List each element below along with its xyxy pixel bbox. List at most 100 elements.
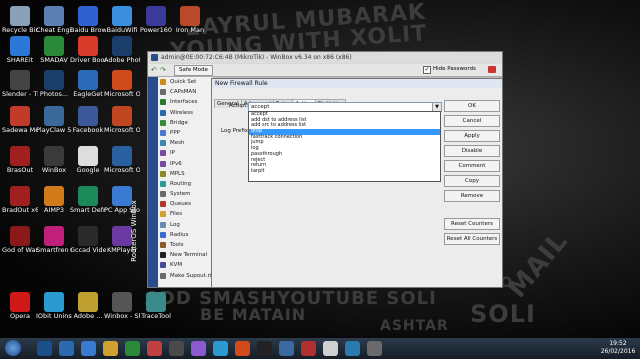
- desktop-icon-label: Adobe ...: [73, 312, 103, 320]
- desktop-icon-gccad-videos[interactable]: Gccad Videos...: [70, 226, 106, 254]
- desktop-icon-power160[interactable]: Power160: [138, 6, 174, 34]
- taskbar-app-icon[interactable]: [367, 341, 382, 356]
- dialog-button-column: OK Cancel Apply Disable Comment Copy Remove Res…: [444, 100, 500, 248]
- app-icon: [112, 36, 132, 56]
- taskbar-clock[interactable]: 19:52 26/02/2016: [598, 340, 638, 356]
- menu-item-icon: [160, 160, 166, 167]
- menu-item-mpls[interactable]: MPLS: [158, 169, 213, 179]
- taskbar-app-icon[interactable]: [345, 341, 360, 356]
- menu-item-make-supout-rif[interactable]: Make Supout.rif: [158, 271, 213, 281]
- desktop-icon-iron-man[interactable]: Iron Man: [172, 6, 208, 34]
- taskbar-app-icon[interactable]: [81, 341, 96, 356]
- desktop-icon-slender-the-ar[interactable]: Slender - The Ar...: [2, 70, 38, 98]
- taskbar-app-icon[interactable]: [279, 341, 294, 356]
- desktop-icon-microsoft-office[interactable]: Microsoft Office ...: [104, 146, 140, 174]
- taskbar-app-icon[interactable]: [191, 341, 206, 356]
- redo-icon[interactable]: ↷: [160, 66, 166, 74]
- menu-item-mesh[interactable]: Mesh: [158, 138, 213, 148]
- desktop-icon-bradout-x64[interactable]: BradOut x64: [2, 186, 38, 214]
- desktop-icon-baiduwifi[interactable]: BaiduWifi: [104, 6, 140, 34]
- desktop-icon-eagleget[interactable]: EagleGet: [70, 70, 106, 98]
- desktop-icon-label: Gccad Videos...: [70, 246, 106, 254]
- option-tarpit[interactable]: tarpit: [249, 168, 440, 175]
- desktop-icon-sadewa-mo[interactable]: Sadewa Mo: [2, 106, 38, 134]
- menu-item-queues[interactable]: Queues: [158, 199, 213, 209]
- menu-item-ppp[interactable]: PPP: [158, 128, 213, 138]
- desktop-icon-smart-defrag-4[interactable]: Smart Defrag 4: [70, 186, 106, 214]
- desktop-icon-smadav[interactable]: SMADAV: [36, 36, 72, 64]
- taskbar-app-icon[interactable]: [257, 341, 272, 356]
- desktop-icon-microsoft-office-p[interactable]: Microsoft Office P...: [104, 106, 140, 134]
- menu-item-routing[interactable]: Routing: [158, 179, 213, 189]
- menu-item-radius[interactable]: Radius: [158, 230, 213, 240]
- desktop-icon-smartfren-connec[interactable]: Smartfren Connec...: [36, 226, 72, 254]
- taskbar-app-icon[interactable]: [213, 341, 228, 356]
- ok-button[interactable]: OK: [444, 100, 500, 112]
- menu-item-kvm[interactable]: KVM: [158, 260, 213, 270]
- chevron-down-icon[interactable]: ▼: [432, 103, 441, 111]
- desktop-icon-photos[interactable]: Photos...: [36, 70, 72, 98]
- copy-button[interactable]: Copy: [444, 175, 500, 187]
- app-icon: [78, 106, 98, 126]
- desktop-icon-playclaw-5-plus[interactable]: PlayClaw 5 Plus: [36, 106, 72, 134]
- remove-button[interactable]: Remove: [444, 190, 500, 202]
- desktop-icon-label: Winbox - Shortcut: [104, 312, 140, 320]
- menu-item-interfaces[interactable]: Interfaces: [158, 97, 213, 107]
- taskbar-app-icon[interactable]: [125, 341, 140, 356]
- desktop-icon-microsoft-office[interactable]: Microsoft Office ...: [104, 70, 140, 98]
- menu-item-icon: [160, 262, 166, 269]
- disable-button[interactable]: Disable: [444, 145, 500, 157]
- cancel-button[interactable]: Cancel: [444, 115, 500, 127]
- menu-item-icon: [160, 201, 166, 208]
- menu-item-new-terminal[interactable]: New Terminal: [158, 250, 213, 260]
- desktop-icon-label: PlayClaw 5 Plus: [36, 126, 72, 134]
- hide-passwords-checkbox[interactable]: ✓: [423, 66, 431, 74]
- desktop-icon-baidu-browser[interactable]: Baidu Browser: [70, 6, 106, 34]
- safe-mode-button[interactable]: Safe Mode: [174, 65, 213, 76]
- menu-item-system[interactable]: System: [158, 189, 213, 199]
- comment-button[interactable]: Comment: [444, 160, 500, 172]
- taskbar-app-icon[interactable]: [103, 341, 118, 356]
- desktop-icon-facebook[interactable]: Facebook: [70, 106, 106, 134]
- desktop-icon-adobe-photos[interactable]: Adobe Photos...: [104, 36, 140, 64]
- menu-item-quick-set[interactable]: Quick Set: [158, 77, 213, 87]
- reset-counters-button[interactable]: Reset Counters: [444, 218, 500, 230]
- desktop-icon-brasout[interactable]: BrasOut: [2, 146, 38, 174]
- desktop-icon-aimp3[interactable]: AIMP3: [36, 186, 72, 214]
- reset-all-counters-button[interactable]: Reset All Counters: [444, 233, 500, 245]
- taskbar-app-icon[interactable]: [37, 341, 52, 356]
- menu-item-label: Wireless: [170, 109, 194, 116]
- desktop-icon-label: TraceTool: [141, 312, 171, 320]
- taskbar-app-icon[interactable]: [59, 341, 74, 356]
- menu-item-bridge[interactable]: Bridge: [158, 118, 213, 128]
- undo-icon[interactable]: ↶: [151, 66, 157, 74]
- desktop-icon-iobit-uninstal[interactable]: IObit Uninstal...: [36, 292, 72, 320]
- desktop-icon-shareit[interactable]: SHAREit: [2, 36, 38, 64]
- taskbar-app-icon[interactable]: [323, 341, 338, 356]
- start-button[interactable]: [5, 340, 21, 356]
- menu-item-icon: [160, 89, 166, 96]
- menu-item-ipv6[interactable]: IPv6: [158, 159, 213, 169]
- desktop-icon-adobe[interactable]: Adobe ...: [70, 292, 106, 320]
- desktop-icon-recycle-bin[interactable]: Recycle Bin: [2, 6, 38, 34]
- menu-item-tools[interactable]: Tools: [158, 240, 213, 250]
- desktop-icon-winbox-shortcut[interactable]: Winbox - Shortcut: [104, 292, 140, 320]
- menu-item-log[interactable]: Log: [158, 220, 213, 230]
- desktop-icon-driver-booster-3[interactable]: Driver Booster 3: [70, 36, 106, 64]
- menu-item-wireless[interactable]: Wireless: [158, 108, 213, 118]
- taskbar-app-icon[interactable]: [235, 341, 250, 356]
- desktop-icon-opera[interactable]: Opera: [2, 292, 38, 320]
- menu-item-ip[interactable]: IP: [158, 148, 213, 158]
- desktop-icon-google[interactable]: Google: [70, 146, 106, 174]
- taskbar-app-icon[interactable]: [169, 341, 184, 356]
- desktop-icon-cheat-engine[interactable]: Cheat Engine: [36, 6, 72, 34]
- desktop-icon-god-of-war-ii[interactable]: God of War II: [2, 226, 38, 254]
- menu-item-files[interactable]: Files: [158, 209, 213, 219]
- menu-item-capsman[interactable]: CAPsMAN: [158, 87, 213, 97]
- taskbar-app-icon[interactable]: [147, 341, 162, 356]
- winbox-title-bar[interactable]: admin@0E:00:72:C6:4B (MikroTik) - WinBox…: [148, 52, 502, 63]
- desktop-icon-winbox[interactable]: WinBox: [36, 146, 72, 174]
- taskbar-app-icon[interactable]: [301, 341, 316, 356]
- desktop-icon-tracetool[interactable]: TraceTool: [138, 292, 174, 320]
- apply-button[interactable]: Apply: [444, 130, 500, 142]
